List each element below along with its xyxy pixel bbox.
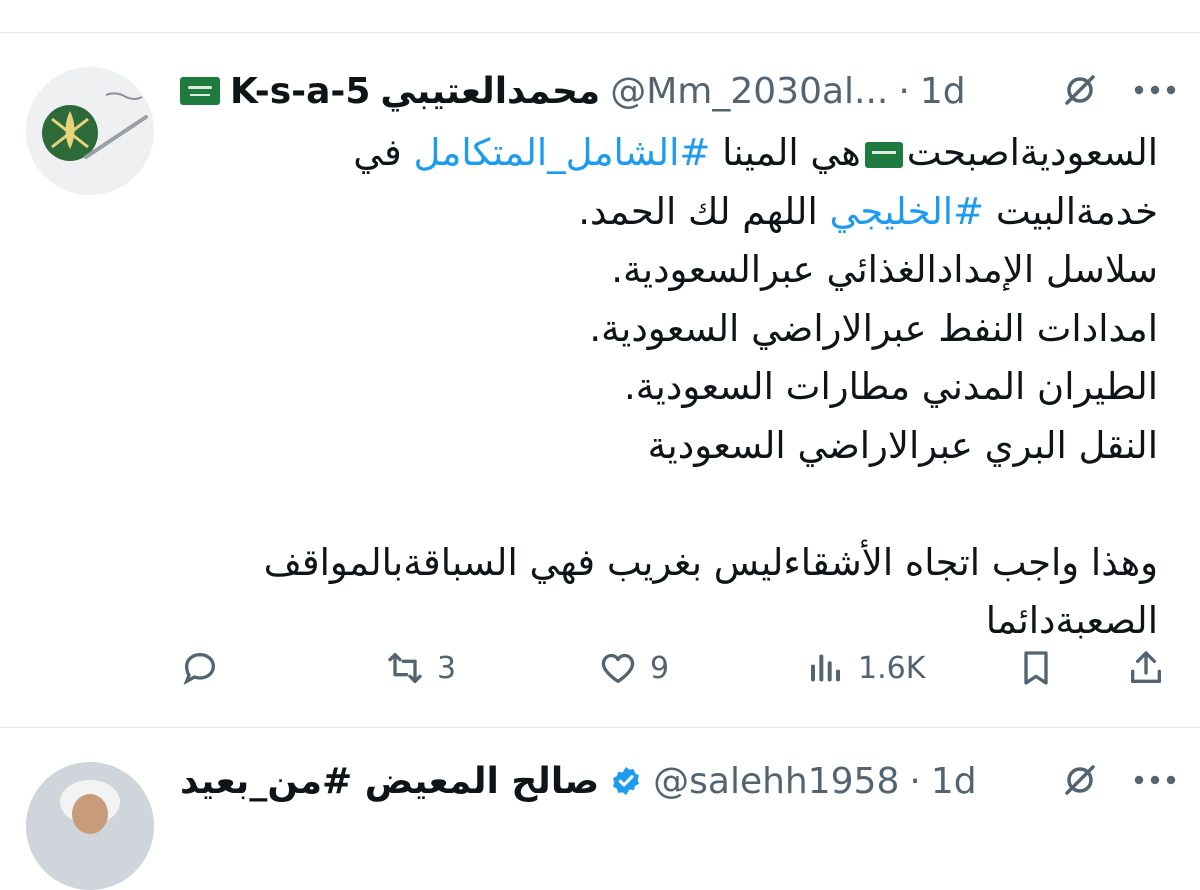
next-avatar-photo [26,762,154,890]
bookmark-button[interactable] [1016,638,1056,698]
views-icon [811,654,840,682]
tweet-text-segment: وهذا واجب اتجاه الأشقاءليس بغريب فهي الس… [263,540,1158,584]
tweet-text-segment: سلاسل الإمدادالغذائي عبرالسعودية. [611,248,1158,291]
tweet-line: امدادات النفط عبرالاراضي السعودية. [158,300,1158,359]
tweet-line: وهذا واجب اتجاه الأشقاءليس بغريب فهي الس… [158,534,1158,593]
author-tag[interactable]: K-s-a-5 [230,71,370,112]
author-name[interactable]: محمدالعتيبي [380,71,600,112]
tweet-header: K-s-a-5 محمدالعتيبي @Mm_2030al... · 1d [180,66,1030,116]
tweet-line: خدمةالبيت #الخليجي اللهم لك الحمد. [158,183,1158,242]
next-author-name[interactable]: صالح المعيض #من_بعيد [180,761,599,802]
next-more-icon[interactable] [1130,762,1180,798]
like-count: 9 [650,650,670,686]
next-tweet-time[interactable]: 1d [931,761,977,802]
tweet-time[interactable]: 1d [920,71,966,112]
bookmark-icon [1024,651,1048,685]
reply-button[interactable] [180,638,232,698]
saudi-flag-emoji-icon [864,141,903,168]
tweet-line: الطيران المدني مطارات السعودية. [158,358,1158,417]
next-tweet-header: صالح المعيض #من_بعيد @salehh1958 · 1d [180,756,1030,806]
tweet-divider [0,727,1200,728]
tweet-text-segment: خدمةالبيت [984,189,1158,233]
hashtag-link[interactable]: #الشامل_المتكامل [414,131,711,174]
avatar-emblem-image [26,67,154,195]
tweet-actions: 3 9 1.6K [170,638,1180,698]
tweet-text-segment: هي المينا [710,131,861,174]
tweet-line: سلاسل الإمدادالغذائي عبرالسعودية. [158,241,1158,300]
next-separator-dot: · [909,760,921,802]
grok-slash-icon[interactable] [1058,68,1102,112]
views-button[interactable]: 1.6K [806,638,925,698]
tweet-text-segment: الطيران المدني مطارات السعودية. [623,365,1158,408]
tweet-text: السعوديةاصبحتهي المينا #الشامل_المتكامل … [158,124,1158,651]
retweet-button[interactable]: 3 [385,638,456,698]
author-handle[interactable]: @Mm_2030al... [610,71,888,112]
next-grok-slash-icon[interactable] [1058,758,1102,802]
like-icon [601,653,635,683]
next-author-avatar[interactable] [26,762,154,890]
tweet-text-segment: الصعبةدائما [985,599,1158,642]
tweet-line [158,475,1158,534]
tweet-text-segment: امدادات النفط عبرالاراضي السعودية. [589,306,1158,350]
reply-icon [183,652,216,686]
author-avatar[interactable] [26,67,154,195]
separator-dot: · [898,70,910,112]
views-count: 1.6K [858,650,926,686]
share-icon [1131,651,1161,683]
next-author-handle[interactable]: @salehh1958 [653,761,899,802]
tweet-line: السعوديةاصبحتهي المينا #الشامل_المتكامل … [158,124,1158,183]
tweet-text-segment: في [353,131,414,174]
verified-icon [613,766,640,796]
tweet-text-segment: اللهم لك الحمد. [578,189,830,233]
share-button[interactable] [1126,638,1166,698]
tweet-line: النقل البري عبرالاراضي السعودية [158,417,1158,476]
saudi-flag-icon [180,77,220,105]
retweet-count: 3 [437,650,457,686]
tweet-text-segment: النقل البري عبرالاراضي السعودية [647,423,1158,467]
tweet-text-segment: السعوديةاصبحت [906,131,1158,174]
top-divider [0,32,1200,33]
retweet-icon [388,653,422,683]
more-icon[interactable] [1130,72,1180,108]
like-button[interactable]: 9 [598,638,669,698]
hashtag-link[interactable]: #الخليجي [829,190,984,233]
